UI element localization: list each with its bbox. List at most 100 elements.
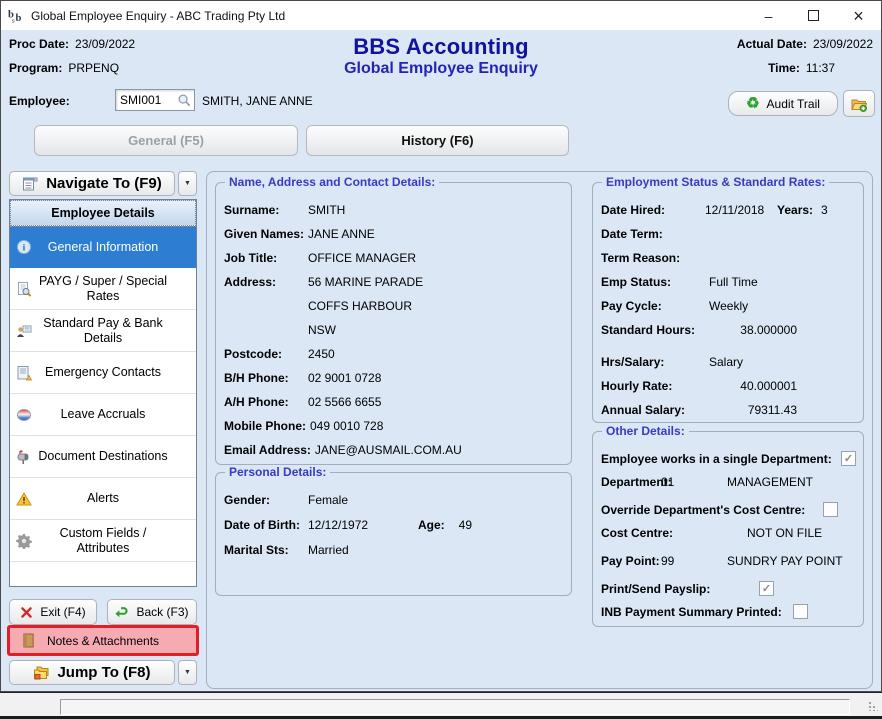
close-icon: ×	[853, 11, 864, 21]
personal-details-legend: Personal Details:	[225, 465, 330, 479]
red-x-icon	[20, 606, 33, 619]
application-window: b s b Global Employee Enquiry - ABC Trad…	[0, 0, 882, 692]
field-value: 049 0010 728	[310, 419, 383, 433]
info-icon: i	[16, 239, 32, 255]
actual-date-row: Actual Date: 23/09/2022	[737, 37, 873, 51]
single-department-checkbox[interactable]: ✓	[841, 451, 856, 466]
field-label: B/H Phone:	[224, 371, 304, 385]
sidebar-item-standard-pay-bank-details[interactable]: Standard Pay & Bank Details	[10, 310, 196, 352]
sidebar-item-label: Leave Accruals	[61, 407, 146, 422]
employment-status-panel: Employment Status & Standard Rates: Date…	[592, 182, 864, 423]
sidebar-item-custom-fields-attributes[interactable]: Custom Fields / Attributes	[10, 520, 196, 562]
field-label: Gender:	[224, 493, 304, 507]
time-value: 11:37	[806, 61, 835, 75]
sidebar-item-alerts[interactable]: Alerts	[10, 478, 196, 520]
close-button[interactable]: ×	[836, 1, 881, 30]
print-send-payslip-checkbox[interactable]: ✓	[759, 581, 774, 596]
maximize-icon	[808, 10, 819, 21]
sidebar-item-payg-super-special-rates[interactable]: PAYG / Super / Special Rates	[10, 268, 196, 310]
field-label: Surname:	[224, 203, 304, 217]
person-card-icon	[16, 323, 32, 339]
inb-payment-summary-checkbox[interactable]	[793, 604, 808, 619]
app-subtitle: Global Employee Enquiry	[1, 60, 881, 78]
tab-general[interactable]: General (F5)	[34, 125, 298, 156]
cost-centre-value: NOT ON FILE	[747, 526, 822, 540]
folder-plus-icon	[851, 96, 867, 112]
search-icon[interactable]	[177, 93, 192, 108]
maximize-button[interactable]	[791, 1, 836, 30]
sidebar-item-general-information[interactable]: i General Information	[10, 226, 196, 268]
field-label: INB Payment Summary Printed:	[601, 605, 782, 619]
sidebar-item-document-destinations[interactable]: Document Destinations	[10, 436, 196, 478]
notepad-icon	[22, 633, 35, 648]
actual-date-label: Actual Date:	[737, 37, 807, 51]
sidebar: Navigate To (F9) ▼ Employee Details i Ge…	[9, 171, 197, 685]
other-details-panel: Other Details: Employee works in a singl…	[592, 431, 864, 627]
notes-attachments-button[interactable]: Notes & Attachments	[7, 625, 199, 656]
sidebar-item-emergency-contacts[interactable]: Emergency Contacts	[10, 352, 196, 394]
audit-trail-button[interactable]: ♻ Audit Trail	[728, 91, 838, 116]
field-value: Weekly	[709, 299, 748, 313]
attachments-button[interactable]	[843, 90, 875, 117]
field-label: Emp Status:	[601, 275, 701, 289]
field-label: Age:	[418, 518, 445, 532]
field-label: Date Term:	[601, 227, 701, 241]
exit-button[interactable]: Exit (F4)	[9, 599, 97, 625]
field-value: 2450	[308, 347, 335, 361]
time-label: Time:	[768, 61, 800, 75]
field-value: JANE ANNE	[308, 227, 375, 241]
employee-code-input[interactable]: SMI001	[115, 89, 195, 111]
field-label: Hrs/Salary:	[601, 355, 701, 369]
field-label: Override Department's Cost Centre:	[601, 503, 805, 517]
field-label: Annual Salary:	[601, 403, 701, 417]
tab-history[interactable]: History (F6)	[306, 125, 569, 156]
navigate-to-button[interactable]: Navigate To (F9)	[9, 171, 175, 196]
sidebar-item-leave-accruals[interactable]: Leave Accruals	[10, 394, 196, 436]
time-row: Time: 11:37	[768, 61, 835, 75]
app-logo-icon: b s b	[8, 7, 25, 24]
employee-name: SMITH, JANE ANNE	[202, 94, 313, 108]
document-warning-icon	[16, 365, 32, 381]
minimize-button[interactable]: –	[746, 1, 791, 30]
field-label: Employee works in a single Department:	[601, 452, 832, 466]
field-label: Date Hired:	[601, 203, 701, 217]
field-label: Pay Point:	[601, 554, 660, 568]
gear-icon	[16, 533, 32, 549]
employee-label: Employee:	[9, 94, 70, 108]
field-label: Mobile Phone:	[224, 419, 306, 433]
sidebar-item-label: General Information	[48, 240, 158, 255]
recycle-icon: ♻	[746, 96, 759, 111]
department-name: MANAGEMENT	[727, 475, 813, 489]
sidebar-item-label: Custom Fields / Attributes	[34, 526, 172, 556]
field-value: 56 MARINE PARADE	[308, 275, 423, 289]
field-label: Postcode:	[224, 347, 304, 361]
status-inset-panel	[60, 699, 850, 715]
mailbox-icon	[16, 449, 32, 465]
back-button[interactable]: Back (F3)	[107, 599, 197, 625]
resize-grip[interactable]	[868, 701, 878, 711]
background-window-strip	[0, 692, 882, 716]
field-value: 02 9001 0728	[308, 371, 381, 385]
sidebar-item-label: PAYG / Super / Special Rates	[34, 274, 172, 304]
navigate-to-dropdown-button[interactable]: ▼	[178, 171, 197, 196]
pay-point-name: SUNDRY PAY POINT	[727, 554, 843, 568]
sphere-icon	[16, 407, 32, 423]
field-value: Married	[308, 543, 349, 557]
green-back-arrow-icon	[115, 605, 129, 619]
tab-history-label: History (F6)	[401, 133, 473, 148]
actual-date-value: 23/09/2022	[813, 37, 873, 51]
sidebar-item-label: Alerts	[87, 491, 119, 506]
chevron-down-icon: ▼	[184, 669, 191, 676]
pay-point-code: 99	[661, 554, 674, 568]
jump-to-dropdown-button[interactable]: ▼	[178, 660, 197, 685]
navigation-list: Employee Details i General Information	[9, 199, 197, 587]
field-label: Pay Cycle:	[601, 299, 701, 313]
override-cost-centre-checkbox[interactable]	[823, 502, 838, 517]
sidebar-item-label: Emergency Contacts	[45, 365, 161, 380]
audit-trail-label: Audit Trail	[767, 97, 820, 111]
field-value: Female	[308, 493, 348, 507]
jump-to-button[interactable]: Jump To (F8)	[9, 660, 175, 685]
field-value: 49	[459, 518, 472, 532]
personal-details-panel: Personal Details: Gender:Female Date of …	[215, 472, 572, 596]
employee-code-value: SMI001	[120, 93, 177, 107]
